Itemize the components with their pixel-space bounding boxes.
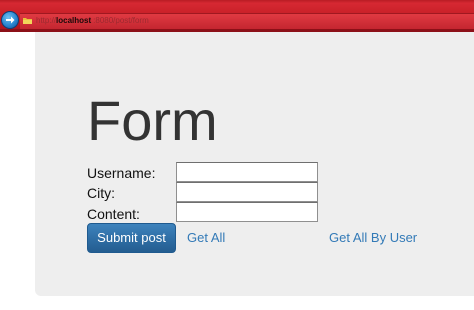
content-label: Content: <box>87 206 140 222</box>
browser-toolbar: http://localhost:8080/post/form <box>0 0 474 32</box>
submit-post-button[interactable]: Submit post <box>87 223 176 253</box>
url-path: :8080/post/form <box>93 16 149 25</box>
page-favicon-icon <box>23 18 32 24</box>
url-host: localhost <box>56 16 92 25</box>
address-bar-url: http://localhost:8080/post/form <box>36 16 149 26</box>
get-all-link[interactable]: Get All <box>187 230 225 246</box>
page-title: Form <box>87 89 218 152</box>
username-label: Username: <box>87 165 156 181</box>
city-label: City: <box>87 185 115 201</box>
back-button[interactable] <box>1 11 19 29</box>
page-container: Form Username: City: Content: Submit pos… <box>35 32 474 296</box>
city-input[interactable] <box>176 182 318 202</box>
address-bar[interactable]: http://localhost:8080/post/form <box>20 13 474 29</box>
get-all-by-user-link[interactable]: Get All By User <box>329 230 417 246</box>
arrow-right-icon <box>6 16 15 24</box>
username-input[interactable] <box>176 162 318 182</box>
content-input[interactable] <box>176 202 318 222</box>
url-scheme: http:// <box>36 16 57 25</box>
